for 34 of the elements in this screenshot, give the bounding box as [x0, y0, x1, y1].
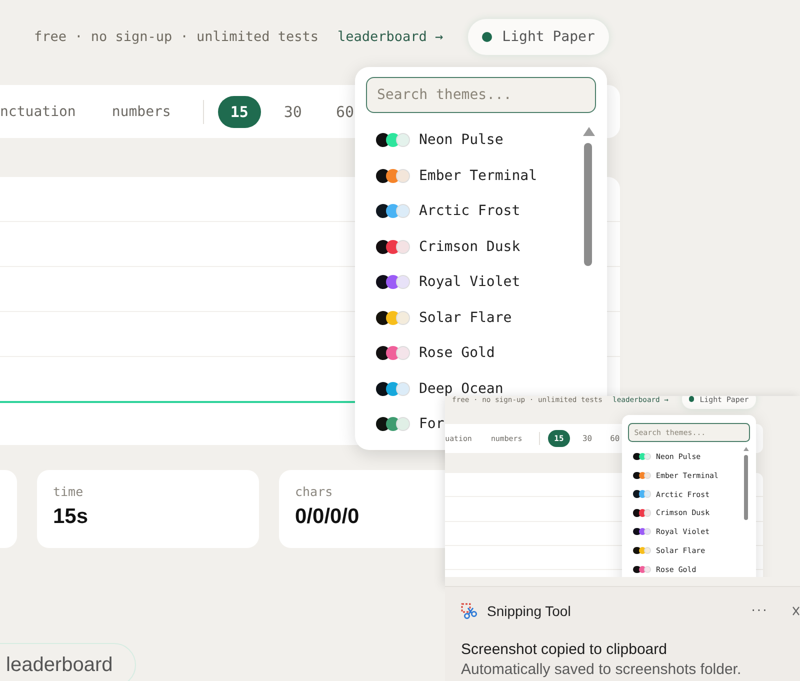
scrollbar-thumb[interactable] — [584, 143, 592, 266]
duration-option[interactable]: 30 — [272, 96, 313, 128]
stat-label: chars — [295, 484, 334, 499]
scissors-icon — [461, 602, 478, 620]
theme-dot-icon — [689, 396, 694, 402]
stat-label: time — [53, 484, 84, 499]
scrollbar-thumb[interactable] — [744, 455, 748, 520]
theme-item[interactable]: Arctic Frost — [376, 202, 520, 220]
stat-value: 15s — [53, 505, 90, 529]
tagline: free · no sign-up · unlimited tests — [34, 29, 318, 45]
notification-title: Screenshot copied to clipboard — [461, 641, 668, 658]
theme-item[interactable]: Crimson Dusk — [376, 238, 520, 256]
theme-item[interactable]: Ember Terminal — [376, 166, 538, 184]
notification-message: Automatically saved to screenshots folder. — [461, 661, 742, 678]
close-icon[interactable] — [792, 606, 800, 616]
scroll-up-icon[interactable] — [742, 446, 750, 452]
theme-item[interactable]: For — [376, 415, 444, 433]
leaderboard-link[interactable]: leaderboard → — [337, 29, 444, 45]
mode-option[interactable]: nctuation — [0, 104, 76, 120]
search-field[interactable]: Search themes... — [366, 77, 596, 113]
more-button[interactable]: ··· — [751, 601, 768, 617]
mode-option[interactable]: numbers — [112, 104, 171, 120]
scroll-up-icon[interactable] — [583, 127, 595, 136]
theme-item[interactable]: Rose Gold — [376, 344, 495, 362]
theme-item[interactable]: Royal Violet — [376, 273, 520, 291]
theme-item[interactable]: Neon Pulse — [376, 131, 504, 149]
leaderboard-button[interactable]: leaderboard — [0, 643, 136, 681]
duration-option[interactable]: 15 — [218, 96, 261, 128]
app-name: Snipping Tool — [487, 603, 571, 619]
stat-value: 0/0/0/0 — [295, 505, 360, 529]
theme-item[interactable]: Solar Flare — [376, 308, 512, 326]
theme-button[interactable]: Light Paper — [468, 19, 609, 55]
duration-option[interactable]: 60 — [324, 96, 365, 128]
theme-dot-icon — [482, 32, 492, 42]
